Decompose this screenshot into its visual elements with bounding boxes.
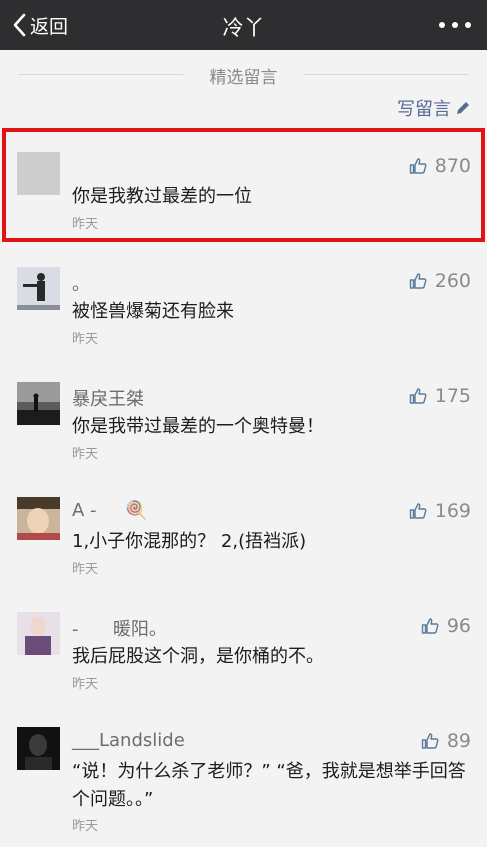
like-button[interactable]: 89: [421, 730, 471, 752]
dark-silhouette-icon: [17, 727, 60, 770]
like-button[interactable]: 260: [409, 270, 471, 292]
like-count: 89: [446, 730, 471, 752]
comment-item: ___Landslide “说！为什么杀了老师？” “爸，我就是想举手回答个问题…: [0, 710, 487, 847]
comment-nickname: A - 🍭: [72, 500, 148, 521]
comment-time: 昨天: [72, 562, 99, 577]
more-dot-icon: [452, 22, 458, 28]
comment-text: 你是我教过最差的一位: [72, 186, 252, 207]
more-dot-icon: [439, 22, 445, 28]
comment-item: A - 🍭 1,小子你混那的？ 2,(捂裆派) 昨天 169: [0, 480, 487, 595]
comment-time: 昨天: [72, 677, 99, 692]
avatar[interactable]: [17, 152, 60, 195]
write-comment-button[interactable]: 写留言: [397, 95, 471, 121]
more-dot-icon: [465, 22, 471, 28]
face-photo-icon: [17, 497, 60, 540]
like-count: 260: [434, 270, 471, 292]
avatar[interactable]: [17, 267, 60, 310]
thumbs-up-icon: [409, 388, 427, 404]
comment-text: “说！为什么杀了老师？” “爸，我就是想举手回答个问题。。”: [72, 761, 466, 810]
silhouette-figure-icon: [17, 267, 60, 310]
comment-nickname: - 暖阳。: [72, 619, 167, 640]
like-button[interactable]: 175: [409, 385, 471, 407]
comment-item: 暴戾王桀 你是我带过最差的一个奥特曼！ 昨天 175: [0, 365, 487, 480]
more-options-button[interactable]: [439, 16, 471, 34]
comment-time: 昨天: [72, 332, 99, 347]
top-nav-bar: 返回 冷丫: [0, 0, 487, 50]
comment-text: 你是我带过最差的一个奥特曼！: [72, 416, 324, 437]
girl-photo-icon: [17, 612, 60, 655]
comment-nickname: 。: [72, 274, 90, 295]
comment-item: - 暖阳。 我后屁股这个洞，是你桶的不。 昨天 96: [0, 595, 487, 710]
comment-item: 你是我教过最差的一位 昨天 870: [0, 135, 487, 250]
person-sunset-icon: [17, 382, 60, 425]
write-comment-label: 写留言: [397, 99, 451, 120]
section-title: 精选留言: [209, 68, 278, 88]
comment-nickname: ___Landslide: [72, 730, 185, 751]
comment-text: 1,小子你混那的？ 2,(捂裆派): [72, 531, 307, 552]
like-button[interactable]: 169: [409, 500, 471, 522]
thumbs-up-icon: [421, 733, 439, 749]
comment-item: 。 被怪兽爆菊还有脸来 昨天 260: [0, 250, 487, 365]
like-count: 175: [434, 385, 471, 407]
pencil-icon: [457, 102, 469, 114]
page-title: 冷丫: [222, 16, 265, 40]
comment-nickname: 暴戾王桀: [72, 389, 144, 410]
avatar[interactable]: [17, 612, 60, 655]
comment-text: 我后屁股这个洞，是你桶的不。: [72, 646, 324, 667]
avatar[interactable]: [17, 497, 60, 540]
like-count: 96: [446, 615, 471, 637]
section-header: 精选留言: [18, 62, 469, 88]
avatar[interactable]: [17, 727, 60, 770]
comment-time: 昨天: [72, 819, 99, 834]
thumbs-up-icon: [409, 273, 427, 289]
thumbs-up-icon: [409, 158, 427, 174]
thumbs-up-icon: [409, 503, 427, 519]
like-count: 870: [434, 155, 471, 177]
divider-right: [304, 74, 469, 75]
like-button[interactable]: 96: [421, 615, 471, 637]
like-count: 169: [434, 500, 471, 522]
comment-time: 昨天: [72, 447, 99, 462]
like-button[interactable]: 870: [409, 155, 471, 177]
avatar[interactable]: [17, 382, 60, 425]
comment-text: 被怪兽爆菊还有脸来: [72, 301, 234, 322]
thumbs-up-icon: [421, 618, 439, 634]
comment-time: 昨天: [72, 217, 99, 232]
